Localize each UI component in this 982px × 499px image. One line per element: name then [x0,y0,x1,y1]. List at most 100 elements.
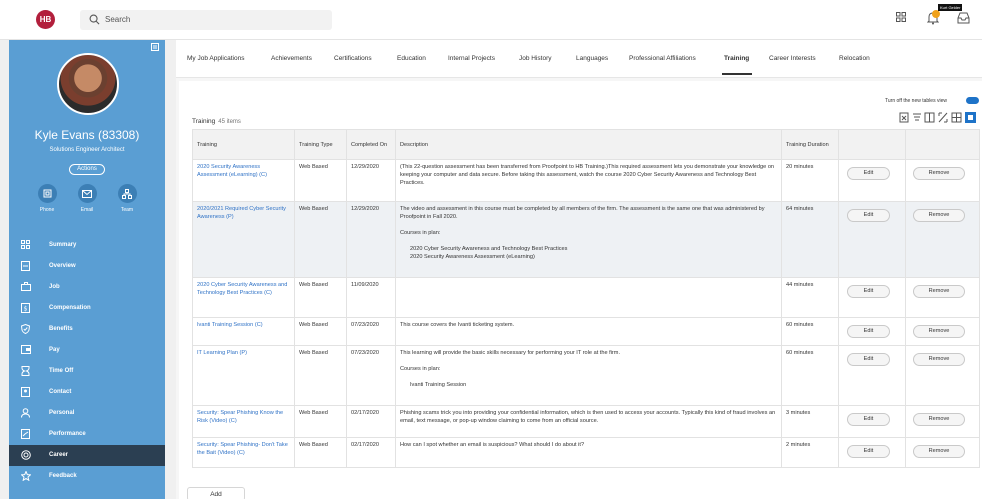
training-link[interactable]: 2020 Security Awareness Assessment (eLea… [192,159,295,202]
avatar [57,53,119,115]
header-completed-on[interactable]: Completed On [346,129,396,160]
edit-button[interactable]: Edit [847,445,890,458]
sidebar-item-time-off[interactable]: Time Off [9,361,165,382]
phone-action[interactable]: Phone [32,184,62,213]
description: This course covers the Ivanti ticketing … [395,317,782,346]
search-box[interactable]: Search [80,10,332,30]
remove-button[interactable]: Remove [913,413,965,426]
tab-relocation[interactable]: Relocation [839,55,870,62]
remove-button[interactable]: Remove [913,445,965,458]
courses-in-plan-label: Courses in plan: [400,230,441,236]
duration: 44 minutes [781,277,839,318]
completed-on: 12/29/2020 [346,201,396,278]
filter-icon [913,113,921,121]
briefcase-icon [21,282,31,291]
course-item: Ivanti Training Session [410,382,467,388]
columns-icon [924,112,935,123]
tab-languages[interactable]: Languages [576,55,608,62]
edit-button[interactable]: Edit [847,325,890,338]
tab-training[interactable]: Training [724,55,749,62]
training-type: Web Based [294,437,347,468]
tab-my-job-applications[interactable]: My Job Applications [187,55,244,62]
training-link[interactable]: Security: Spear Phishing- Don't Take the… [192,437,295,468]
sidebar-item-personal[interactable]: Personal [9,403,165,424]
performance-icon [21,429,30,439]
remove-button[interactable]: Remove [913,325,965,338]
sidebar-item-pay[interactable]: Pay [9,340,165,361]
sidebar-item-performance[interactable]: Performance [9,424,165,445]
edit-button[interactable]: Edit [847,413,890,426]
tab-certifications[interactable]: Certifications [334,55,372,62]
user-tag: Kurt Gelder [938,4,963,11]
document-icon [21,261,30,271]
completed-on: 02/17/2020 [346,437,396,468]
description-cell: The video and assessment in this course … [395,201,782,278]
tab-professional-affiliations[interactable]: Professional Affiliations [629,55,696,62]
notification-badge [932,10,940,18]
search-icon [89,14,100,25]
search-input[interactable]: Search [105,15,130,24]
description: This learning will provide the basic ski… [400,350,621,356]
training-link[interactable]: 2020/2021 Required Cyber Security Awaren… [192,201,295,278]
tab-career-interests[interactable]: Career Interests [769,55,816,62]
employee-title: Solutions Engineer Architect [49,147,125,153]
header-description[interactable]: Description [395,129,782,160]
header-training-duration[interactable]: Training Duration [781,129,839,160]
duration: 3 minutes [781,405,839,438]
training-link[interactable]: Ivanti Training Session (C) [192,317,295,346]
export-excel-icon [899,112,909,123]
actions-button[interactable]: Actions [69,164,105,175]
training-type: Web Based [294,159,347,202]
table-toolbar [899,112,976,123]
description [395,277,782,318]
tab-education[interactable]: Education [397,55,426,62]
person-icon [21,408,30,418]
sidebar-item-summary[interactable]: Summary [9,235,165,256]
tab-internal-projects[interactable]: Internal Projects [448,55,495,62]
edit-button[interactable]: Edit [847,353,890,366]
sidebar-item-feedback[interactable]: Feedback [9,466,165,487]
collapse-sidebar-icon[interactable] [151,43,159,51]
training-type: Web Based [294,405,347,438]
remove-button[interactable]: Remove [913,167,965,180]
completed-on: 11/09/2020 [346,277,396,318]
table-row: Security: Spear Phishing- Don't Take the… [192,437,980,468]
remove-button[interactable]: Remove [913,209,965,222]
edit-button[interactable]: Edit [847,167,890,180]
table-row: 2020/2021 Required Cyber Security Awaren… [192,201,980,278]
completed-on: 02/17/2020 [346,405,396,438]
sidebar-item-job[interactable]: Job [9,277,165,298]
edit-button[interactable]: Edit [847,209,890,222]
company-logo[interactable]: HB [36,10,55,29]
courses-in-plan-label: Courses in plan: [400,366,441,372]
add-button[interactable]: Add [187,487,245,499]
grid-view-icon [951,112,962,123]
worker-sidebar: Kyle Evans (83308) Solutions Engineer Ar… [9,40,165,499]
phone-icon [43,189,51,198]
table-view-toggle[interactable] [966,97,979,104]
sidebar-item-contact[interactable]: Contact [9,382,165,403]
table-settings-icon [965,112,976,123]
inbox-icon[interactable] [957,12,970,24]
edit-button[interactable]: Edit [847,285,890,298]
sidebar-item-career[interactable]: Career [9,445,165,466]
header-edit [838,129,906,160]
tab-achievements[interactable]: Achievements [271,55,312,62]
sidebar-item-benefits[interactable]: Benefits [9,319,165,340]
completed-on: 07/23/2020 [346,317,396,346]
remove-button[interactable]: Remove [913,285,965,298]
training-link[interactable]: IT Learning Plan (P) [192,345,295,406]
remove-button[interactable]: Remove [913,353,965,366]
header-training-type[interactable]: Training Type [294,129,347,160]
sidebar-item-compensation[interactable]: $ Compensation [9,298,165,319]
phone-label: Phone [39,207,55,213]
team-action[interactable]: Team [112,184,142,213]
tab-job-history[interactable]: Job History [519,55,552,62]
header-training[interactable]: Training [192,129,295,160]
sidebar-item-overview[interactable]: Overview [9,256,165,277]
training-link[interactable]: Security: Spear Phishing Know the Risk (… [192,405,295,438]
email-action[interactable]: Email [72,184,102,213]
training-link[interactable]: 2020 Cyber Security Awareness and Techno… [192,277,295,318]
table-header-row: Training Training Type Completed On Desc… [192,129,980,160]
apps-grid-icon[interactable] [896,12,906,22]
